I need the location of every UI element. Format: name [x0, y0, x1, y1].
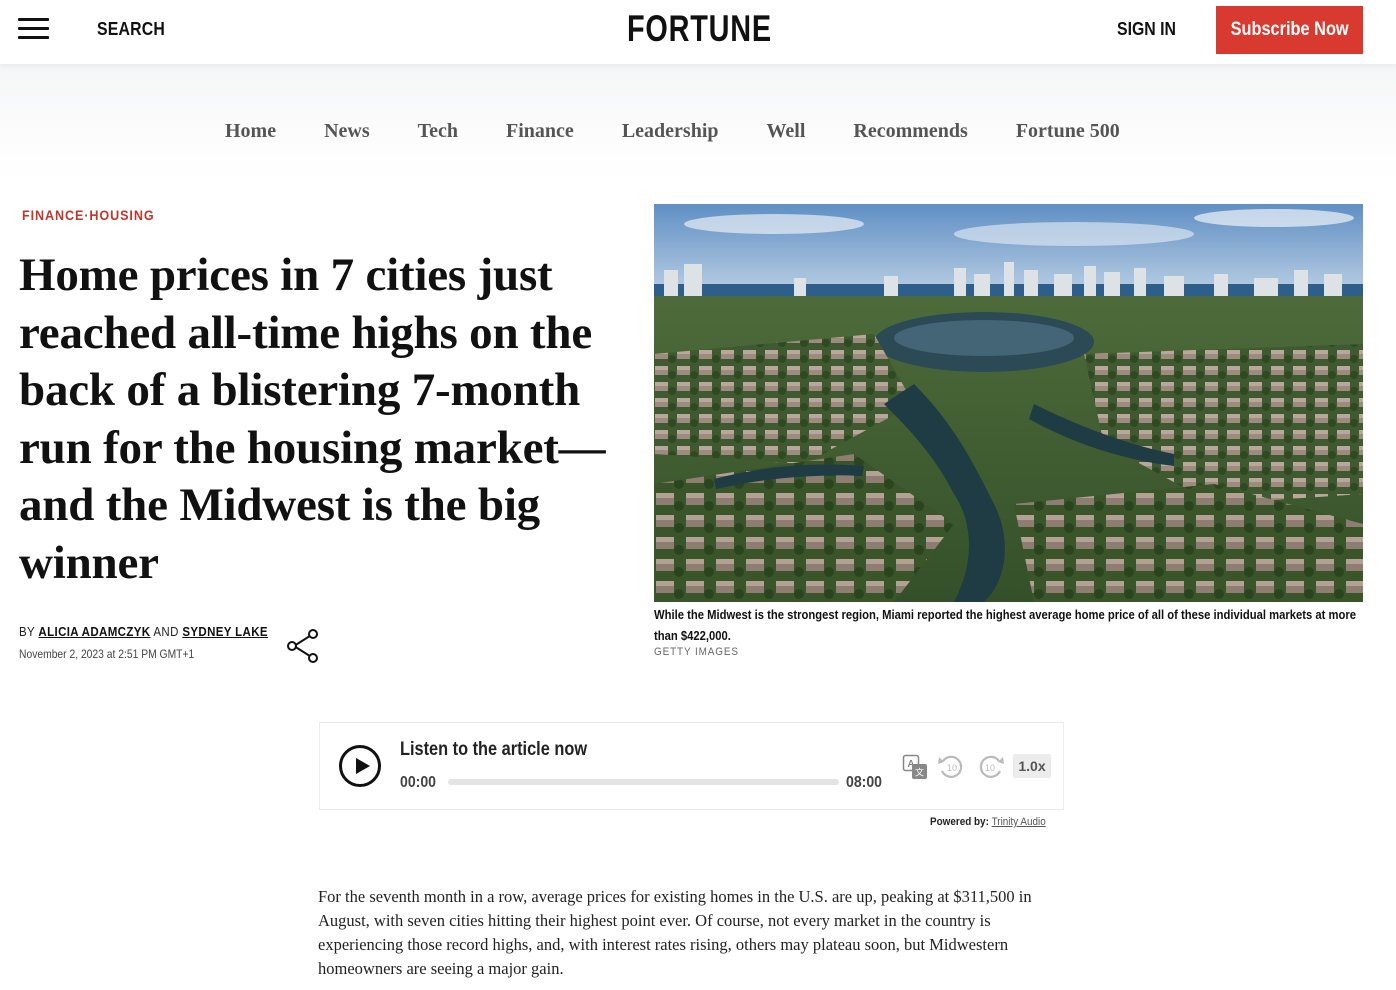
player-current-time: 00:00: [400, 774, 437, 791]
search-link[interactable]: SEARCH: [97, 19, 165, 40]
subscribe-button-label: Subscribe Now: [1230, 19, 1349, 40]
powered-by-label: Powered by:: [930, 816, 989, 828]
site-logo[interactable]: FORTUNE: [627, 8, 772, 50]
svg-text:10: 10: [947, 763, 957, 773]
sign-in-link[interactable]: SIGN IN: [1117, 19, 1176, 40]
player-progress-track[interactable]: [448, 779, 839, 785]
site-header: SEARCH FORTUNE SIGN IN Subscribe Now: [0, 0, 1396, 64]
trinity-audio-link[interactable]: Trinity Audio: [992, 816, 1046, 828]
powered-by: Powered by: Trinity Audio: [930, 816, 1046, 828]
article-kicker: FINANCE·HOUSING: [22, 207, 155, 223]
article-body-paragraph: For the seventh month in a row, average …: [318, 887, 1032, 978]
publish-date: November 2, 2023 at 2:51 PM GMT+1: [19, 647, 195, 661]
nav-item-tech[interactable]: Tech: [418, 120, 458, 143]
kicker-topic-link[interactable]: HOUSING: [89, 207, 154, 223]
svg-text:文: 文: [915, 767, 924, 779]
forward-10-icon[interactable]: 10: [977, 753, 1005, 781]
play-icon[interactable]: [339, 745, 381, 787]
nav-item-home[interactable]: Home: [225, 120, 276, 143]
translate-icon[interactable]: A 文: [902, 754, 928, 780]
nav-item-finance[interactable]: Finance: [506, 120, 574, 143]
byline: BY ALICIA ADAMCZYK AND SYDNEY LAKE: [19, 625, 268, 639]
subscribe-button[interactable]: Subscribe Now: [1216, 6, 1363, 54]
nav-item-recommends[interactable]: Recommends: [853, 120, 967, 143]
nav-item-fortune-500[interactable]: Fortune 500: [1016, 120, 1120, 143]
rewind-10-icon[interactable]: 10: [937, 753, 965, 781]
svg-text:10: 10: [985, 763, 995, 773]
player-duration: 08:00: [846, 774, 883, 791]
playback-speed-button[interactable]: 1.0x: [1013, 754, 1051, 778]
byline-and: AND: [153, 625, 179, 639]
kicker-section-link[interactable]: FINANCE: [22, 207, 84, 223]
hero-image: [654, 204, 1363, 602]
share-icon[interactable]: [286, 628, 320, 664]
author-link-1[interactable]: ALICIA ADAMCZYK: [38, 625, 150, 639]
author-link-2[interactable]: SYDNEY LAKE: [182, 625, 268, 639]
nav-item-leadership[interactable]: Leadership: [622, 120, 719, 143]
player-title: Listen to the article now: [400, 739, 588, 760]
byline-by: BY: [19, 625, 35, 639]
section-nav: Home News Tech Finance Leadership Well R…: [225, 120, 1120, 143]
image-caption-text: While the Midwest is the strongest regio…: [654, 608, 1357, 643]
nav-item-news[interactable]: News: [324, 120, 370, 143]
menu-icon[interactable]: [18, 18, 50, 40]
article-headline: Home prices in 7 cities just reached all…: [19, 249, 606, 589]
image-credit: GETTY IMAGES: [654, 646, 739, 658]
audio-player: Listen to the article now 00:00 08:00 A …: [319, 722, 1064, 810]
image-caption: While the Midwest is the strongest regio…: [654, 605, 1363, 646]
nav-item-well[interactable]: Well: [767, 120, 806, 143]
section-nav-band: Home News Tech Finance Leadership Well R…: [0, 64, 1396, 184]
